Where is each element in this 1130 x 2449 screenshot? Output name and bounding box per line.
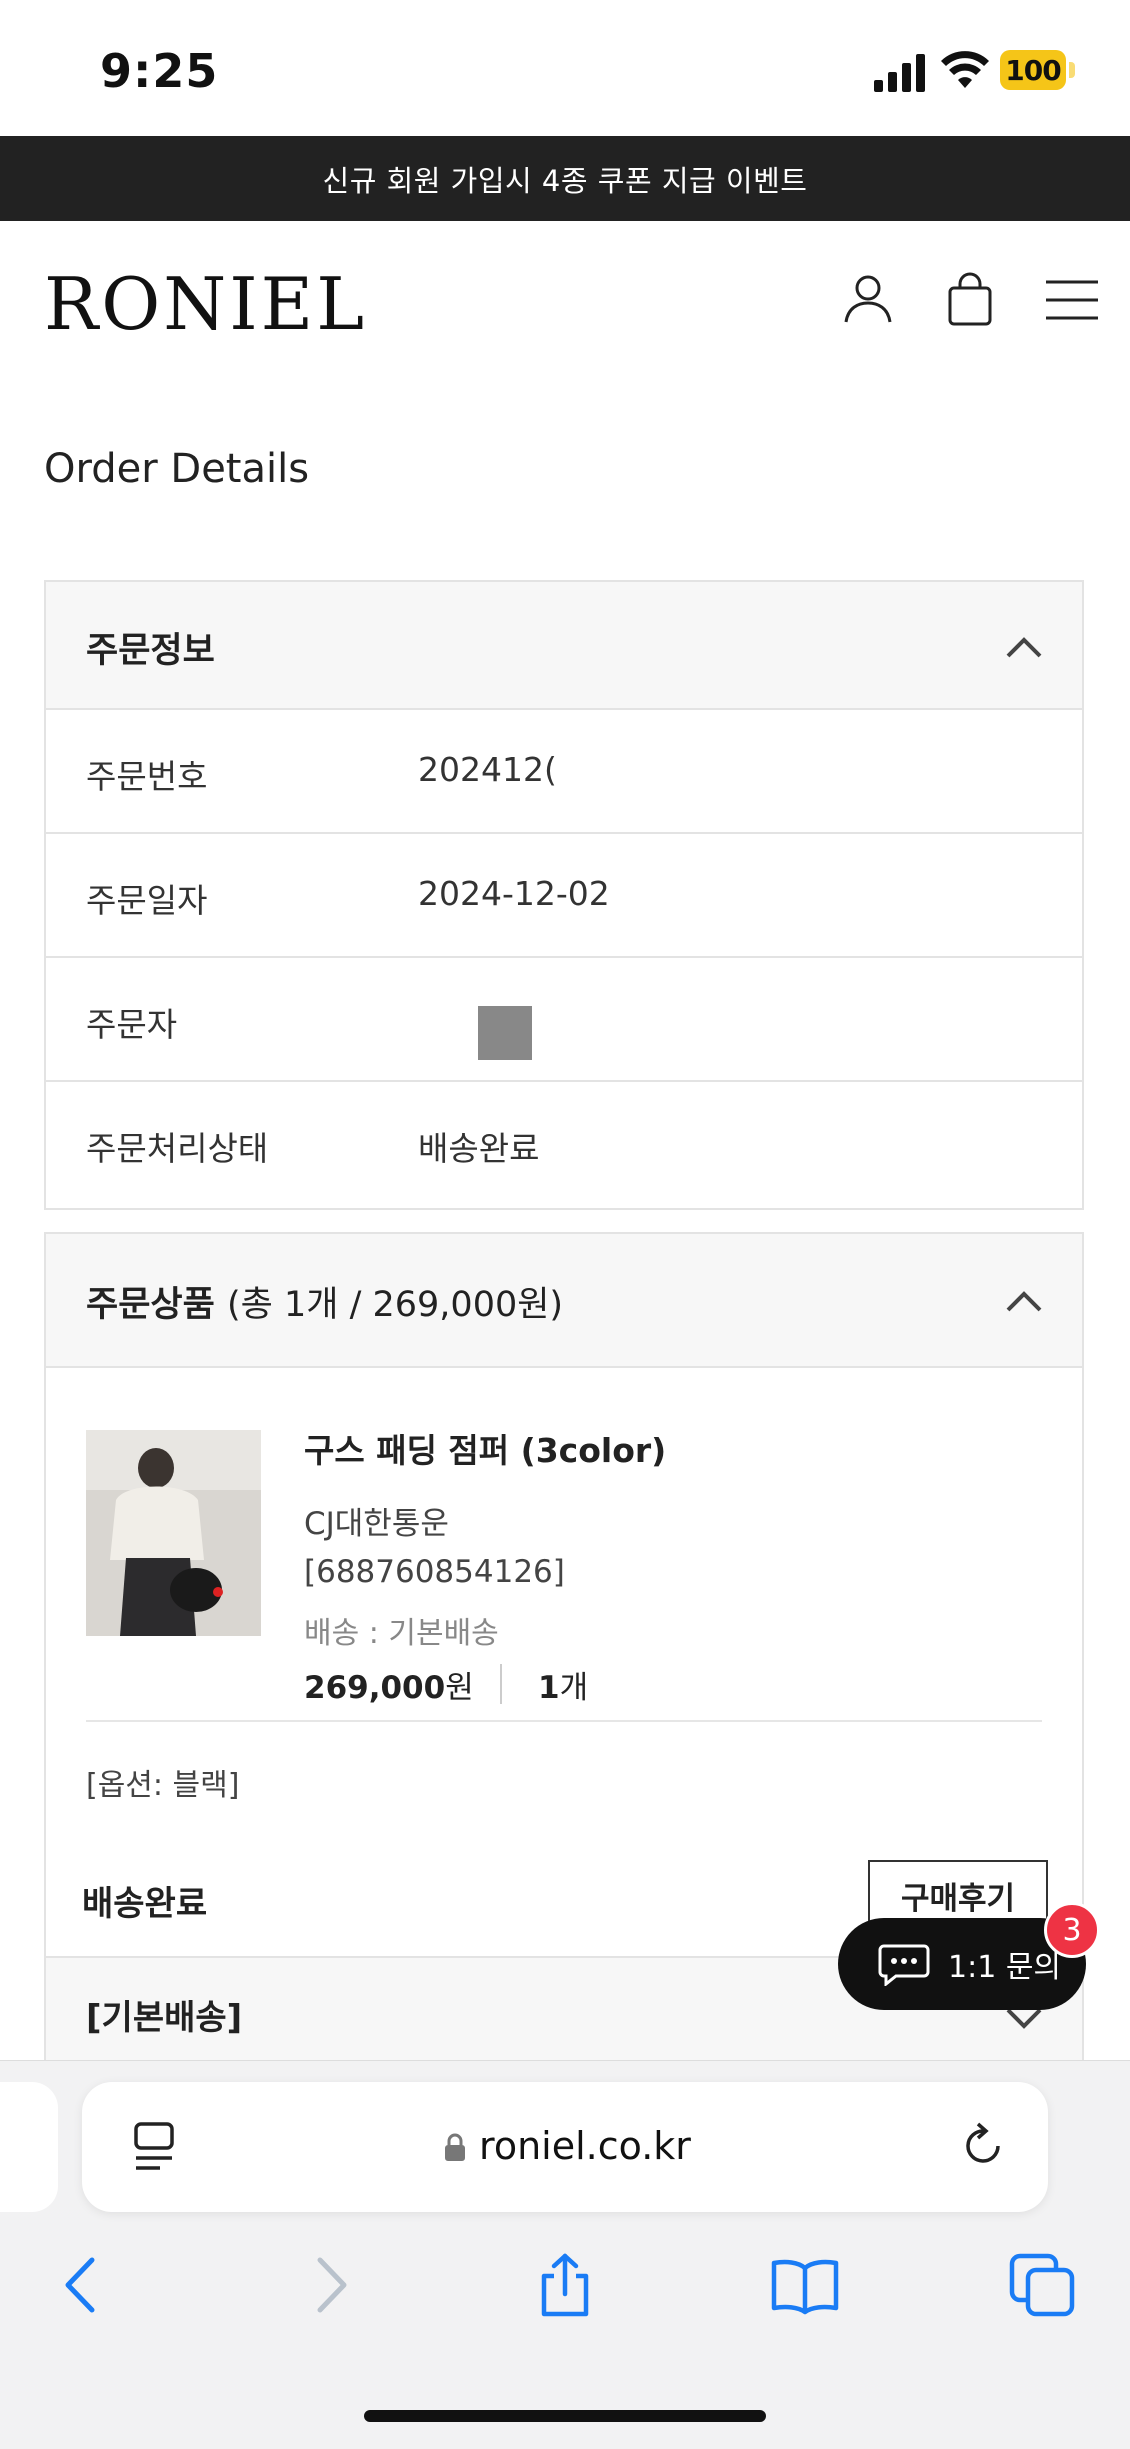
- order-info-header[interactable]: 주문정보: [44, 580, 1084, 710]
- forward-icon[interactable]: [294, 2250, 364, 2320]
- order-items-header[interactable]: 주문상품 (총 1개 / 269,000원): [44, 1232, 1084, 1368]
- site-logo[interactable]: RONIEL: [44, 262, 367, 346]
- tracking-number[interactable]: [688760854126]: [304, 1554, 565, 1590]
- product-price: 269,000원: [304, 1662, 474, 1707]
- order-items-title-wrap: 주문상품 (총 1개 / 269,000원): [86, 1276, 563, 1327]
- chat-unread-badge: 3: [1044, 1902, 1100, 1958]
- qty-unit: 개: [559, 1670, 589, 1706]
- order-number-label: 주문번호: [86, 757, 208, 796]
- order-status-value: 배송완료: [418, 1129, 540, 1168]
- cellular-signal-icon: [874, 54, 925, 92]
- share-icon[interactable]: [530, 2250, 600, 2320]
- chat-bubble-icon: [878, 1944, 930, 1986]
- chevron-up-icon[interactable]: [1002, 626, 1046, 666]
- order-number-row: 주문번호 202412(: [44, 710, 1084, 834]
- promo-banner[interactable]: 신규 회원 가입시 4종 쿠폰 지급 이벤트: [0, 136, 1130, 221]
- orderer-row: 주문자: [44, 958, 1084, 1082]
- divider: [500, 1664, 502, 1704]
- order-date-value: 2024-12-02: [418, 874, 610, 913]
- price-amount: 269,000: [304, 1670, 446, 1706]
- product-name[interactable]: 구스 패딩 점퍼 (3color): [304, 1424, 666, 1472]
- order-date-label: 주문일자: [86, 881, 208, 920]
- order-items-summary: (총 1개 / 269,000원): [227, 1285, 564, 1325]
- qty-amount: 1: [538, 1670, 560, 1706]
- orderer-label: 주문자: [86, 1005, 178, 1044]
- status-time: 9:25: [100, 44, 219, 98]
- menu-icon[interactable]: [1042, 270, 1102, 330]
- battery-icon: 100: [1000, 50, 1076, 90]
- redaction-block: [478, 1006, 532, 1060]
- shipping-method: 배송 : 기본배송: [304, 1616, 499, 1651]
- order-items-title: 주문상품: [86, 1285, 215, 1325]
- chat-label: 1:1 문의: [948, 1950, 1062, 1985]
- order-info-title: 주문정보: [86, 631, 215, 671]
- order-number-value: 202412(: [418, 750, 557, 789]
- basic-shipping-title: [기본배송]: [86, 1998, 243, 2038]
- home-indicator[interactable]: [364, 2410, 766, 2422]
- product-quantity: 1개: [538, 1662, 588, 1707]
- bookmarks-icon[interactable]: [770, 2250, 840, 2320]
- chevron-up-icon[interactable]: [1002, 1280, 1046, 1320]
- price-unit: 원: [445, 1670, 474, 1706]
- page-title: Order Details: [44, 446, 310, 492]
- order-date-row: 주문일자 2024-12-02: [44, 834, 1084, 958]
- shopping-bag-icon[interactable]: [940, 270, 1000, 330]
- wifi-icon: [941, 51, 989, 88]
- order-status-row: 주문처리상태 배송완료: [44, 1082, 1084, 1210]
- battery-level: 100: [1000, 50, 1066, 90]
- shipping-carrier: CJ대한통운: [304, 1506, 449, 1542]
- account-icon[interactable]: [838, 270, 898, 330]
- reload-icon[interactable]: [958, 2118, 1010, 2174]
- divider: [86, 1720, 1042, 1722]
- url-domain: roniel.co.kr: [479, 2124, 691, 2168]
- item-status: 배송완료: [82, 1884, 208, 1924]
- order-status-label: 주문처리상태: [86, 1129, 269, 1168]
- back-icon[interactable]: [48, 2250, 118, 2320]
- product-image[interactable]: [86, 1430, 261, 1636]
- product-option: [옵션: 블랙]: [86, 1768, 240, 1803]
- tabs-icon[interactable]: [1008, 2250, 1078, 2320]
